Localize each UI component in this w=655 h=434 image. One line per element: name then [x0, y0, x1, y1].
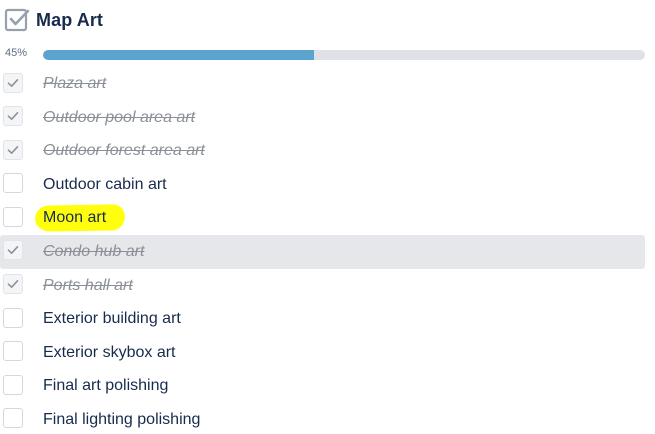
- checklist-card: Map Art 45% Plaza art Outdoor pool area a…: [0, 0, 655, 434]
- item-checkbox-checked[interactable]: [3, 106, 23, 127]
- item-label-text: Exterior building art: [43, 310, 181, 328]
- checklist-item[interactable]: Outdoor cabin art: [0, 168, 655, 202]
- item-label-text: Ports hall art: [43, 276, 133, 294]
- item-checkbox[interactable]: [3, 206, 23, 227]
- progress-bar-track: [43, 50, 645, 60]
- item-label[interactable]: Outdoor cabin art: [43, 176, 167, 194]
- item-checkbox[interactable]: [3, 374, 23, 395]
- item-label[interactable]: Ports hall art: [43, 277, 133, 295]
- item-label[interactable]: Final lighting polishing: [43, 411, 200, 429]
- item-label[interactable]: Plaza art: [43, 75, 106, 93]
- item-label[interactable]: Condo hub art: [43, 243, 144, 261]
- checklist-item[interactable]: Outdoor forest area art: [0, 134, 655, 168]
- item-checkbox[interactable]: [3, 341, 23, 362]
- checklist-item[interactable]: Exterior skybox art: [0, 336, 655, 370]
- checklist-items: Plaza art Outdoor pool area art Outdoor fo…: [0, 67, 655, 434]
- checkmark-icon: [7, 145, 19, 154]
- item-checkbox-checked[interactable]: [3, 139, 23, 160]
- checklist-progress: 45%: [0, 45, 655, 63]
- checklist-item[interactable]: Condo hub art: [0, 234, 645, 269]
- item-label-text: Final art polishing: [43, 377, 169, 395]
- item-label-text: Plaza art: [43, 75, 107, 92]
- item-checkbox[interactable]: [3, 408, 23, 429]
- checklist-item[interactable]: Plaza art: [0, 67, 655, 101]
- item-checkbox-checked[interactable]: [3, 240, 23, 261]
- checkmark-icon: [7, 112, 19, 121]
- progress-percent: 45%: [5, 47, 28, 59]
- item-label[interactable]: Outdoor pool area art: [43, 109, 195, 127]
- checklist-item[interactable]: Final art polishing: [0, 369, 655, 403]
- checklist-title[interactable]: Map Art: [36, 10, 103, 31]
- item-checkbox-checked[interactable]: [3, 274, 23, 295]
- checklist-checkbox-icon: [4, 8, 30, 32]
- checklist-item[interactable]: Moon art: [0, 201, 655, 235]
- checklist-item[interactable]: Outdoor pool area art: [0, 101, 655, 135]
- item-label[interactable]: Outdoor forest area art: [43, 142, 205, 160]
- item-label-text: Outdoor cabin art: [43, 175, 167, 193]
- item-label[interactable]: Final art polishing: [43, 377, 168, 395]
- item-label-text: Exterior skybox art: [43, 343, 176, 361]
- checklist-item[interactable]: Final lighting polishing: [0, 403, 655, 434]
- checklist-item[interactable]: Exterior building art: [0, 302, 655, 336]
- item-label[interactable]: Exterior skybox art: [43, 344, 175, 362]
- item-checkbox[interactable]: [3, 173, 23, 194]
- item-label-text: Moon art: [43, 209, 107, 227]
- item-label-text: Condo hub art: [43, 242, 145, 260]
- item-label-text: Outdoor pool area art: [43, 108, 196, 126]
- checklist-header: Map Art: [3, 6, 103, 34]
- checkmark-icon: [7, 246, 19, 255]
- item-label[interactable]: Exterior building art: [43, 310, 181, 328]
- item-label-text: Final lighting polishing: [43, 410, 201, 428]
- item-checkbox[interactable]: [3, 307, 23, 328]
- checkmark-icon: [7, 280, 19, 289]
- item-label[interactable]: Moon art: [34, 204, 126, 233]
- item-label-text: Outdoor forest area art: [43, 142, 205, 160]
- checklist-item[interactable]: Ports hall art: [0, 269, 655, 303]
- checkmark-icon: [7, 78, 19, 87]
- progress-bar-fill: [43, 50, 314, 60]
- item-checkbox-checked[interactable]: [3, 72, 23, 93]
